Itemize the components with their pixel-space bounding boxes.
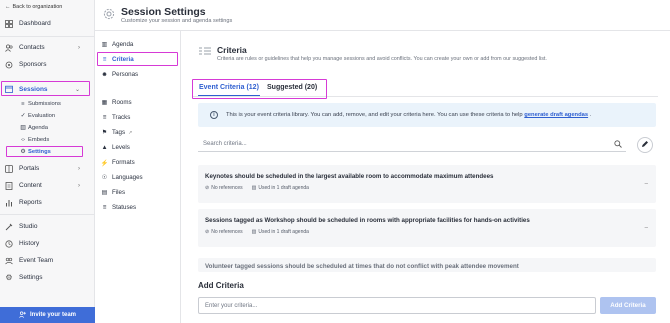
criteria-meta: ⊘ No references ▥ Used in 1 draft agenda — [205, 229, 309, 235]
search-criteria-input[interactable]: Search criteria... — [198, 137, 626, 152]
chevron-right-icon: › — [78, 44, 80, 51]
sidebar-item-sponsors[interactable]: Sponsors — [0, 58, 95, 71]
sponsor-icon — [5, 61, 13, 69]
levels-icon: ▲ — [101, 144, 108, 151]
sidebar-subitem-evaluation[interactable]: ✓ Evaluation — [20, 111, 56, 120]
pencil-icon — [641, 140, 649, 150]
people-icon — [5, 43, 13, 52]
subnav-item-levels[interactable]: ▲ Levels — [100, 142, 129, 153]
list-icon: ≡ — [21, 100, 25, 107]
divider — [0, 36, 95, 37]
sidebar-item-studio[interactable]: Studio — [0, 220, 95, 233]
generate-draft-agendas-link[interactable]: generate draft agendas — [524, 112, 588, 118]
criteria-icon — [199, 46, 211, 56]
edit-button[interactable] — [637, 137, 653, 153]
no-references-icon: ⊘ — [205, 185, 210, 191]
room-icon: ▦ — [101, 99, 108, 106]
criteria-card[interactable]: Sessions tagged as Workshop should be sc… — [198, 209, 656, 247]
subnav-item-personas[interactable]: ☻ Personas — [100, 69, 138, 80]
page-subtitle: Customize your session and agenda settin… — [121, 18, 233, 24]
highlight-box-sessions — [1, 81, 90, 96]
subnav-item-statuses[interactable]: ≡ Statuses — [100, 202, 136, 213]
criteria-card[interactable]: Volunteer tagged sessions should be sche… — [198, 258, 656, 272]
reports-icon — [5, 199, 13, 207]
format-icon: ⚡ — [100, 159, 109, 167]
criteria-meta: ⊘ No references ▥ Used in 1 draft agenda — [205, 185, 309, 191]
highlight-box-criteria — [97, 52, 178, 66]
highlight-box-tabs — [192, 79, 327, 99]
more-options-icon[interactable]: – — [645, 225, 648, 231]
track-icon: ≡ — [102, 114, 107, 121]
code-icon: ‹› — [21, 136, 25, 143]
arrow-left-icon: ← — [5, 4, 11, 10]
invite-team-button[interactable]: Invite your team — [0, 307, 95, 323]
studio-icon — [5, 223, 13, 231]
portal-icon — [5, 164, 13, 173]
subnav-item-tracks[interactable]: ≡ Tracks — [100, 112, 131, 123]
gear-icon: ⚙ — [5, 273, 13, 282]
section-description: Criteria are rules or guidelines that he… — [217, 56, 547, 62]
subnav-item-rooms[interactable]: ▦ Rooms — [100, 97, 132, 108]
subnav-item-files[interactable]: ▤ Files — [100, 187, 126, 198]
sidebar-item-history[interactable]: History — [0, 237, 95, 250]
sidebar-item-content[interactable]: Content › — [0, 179, 95, 192]
sidebar-item-settings[interactable]: ⚙ Settings — [0, 271, 95, 284]
sidebar-subitem-embeds[interactable]: ‹› Embeds — [20, 135, 49, 144]
add-criteria-heading: Add Criteria — [198, 281, 244, 290]
chevron-right-icon: › — [78, 182, 80, 189]
sidebar-item-portals[interactable]: Portals › — [0, 162, 95, 175]
subnav-item-agenda[interactable]: ▥ Agenda — [100, 39, 134, 50]
add-user-icon — [19, 311, 26, 320]
check-icon: ✓ — [20, 112, 26, 119]
search-icon[interactable] — [614, 140, 622, 148]
add-criteria-button[interactable]: Add Criteria — [600, 297, 656, 314]
settings-gear-icon — [103, 8, 115, 20]
tag-icon: ⚑ — [101, 129, 108, 136]
section-title: Criteria — [217, 45, 247, 55]
globe-icon: ☉ — [101, 174, 108, 181]
sidebar-item-reports[interactable]: Reports — [0, 196, 95, 209]
highlight-box-settings — [6, 146, 83, 157]
sidebar-item-dashboard[interactable]: Dashboard — [0, 17, 95, 30]
info-banner: i This is your event criteria library. Y… — [198, 103, 656, 127]
grid-icon — [5, 19, 13, 28]
divider — [95, 30, 670, 31]
sidebar-subitem-agenda[interactable]: ▥ Agenda — [20, 123, 48, 132]
team-icon — [5, 257, 13, 265]
criteria-card[interactable]: Keynotes should be scheduled in the larg… — [198, 165, 656, 203]
people-icon: ☻ — [101, 71, 108, 78]
status-icon: ≡ — [102, 204, 107, 211]
criteria-title: Keynotes should be scheduled in the larg… — [205, 173, 494, 180]
settings-subnav: ▥ Agenda ≡ Criteria ☻ Personas ▦ Rooms ≡… — [95, 31, 181, 323]
agenda-icon: ▥ — [101, 41, 108, 48]
back-to-organization-link[interactable]: ← Back to organization — [5, 4, 62, 10]
page-title: Session Settings — [121, 6, 206, 18]
agenda-icon: ▥ — [251, 229, 257, 235]
sidebar-item-contacts[interactable]: Contacts › — [0, 41, 95, 54]
more-options-icon[interactable]: – — [645, 181, 648, 187]
info-icon: i — [210, 111, 218, 119]
divider — [0, 214, 95, 215]
content-icon — [5, 181, 13, 190]
criteria-title: Sessions tagged as Workshop should be sc… — [205, 217, 530, 224]
add-criteria-input[interactable]: Enter your criteria... — [198, 297, 596, 314]
subnav-item-tags[interactable]: ⚑ Tags ↗ — [100, 127, 133, 138]
sidebar: ← Back to organization Dashboard Contact… — [0, 0, 95, 323]
file-icon: ▤ — [101, 189, 108, 196]
no-references-icon: ⊘ — [205, 229, 210, 235]
agenda-icon: ▥ — [251, 185, 257, 191]
chevron-right-icon: › — [78, 165, 80, 172]
subnav-item-languages[interactable]: ☉ Languages — [100, 172, 143, 183]
criteria-title: Volunteer tagged sessions should be sche… — [205, 263, 519, 270]
sidebar-subitem-submissions[interactable]: ≡ Submissions — [20, 99, 61, 108]
subnav-item-formats[interactable]: ⚡ Formats — [100, 157, 135, 168]
sidebar-item-event-team[interactable]: Event Team — [0, 254, 95, 267]
history-icon — [5, 239, 13, 248]
agenda-icon: ▥ — [20, 124, 26, 131]
external-link-icon: ↗ — [128, 129, 133, 136]
